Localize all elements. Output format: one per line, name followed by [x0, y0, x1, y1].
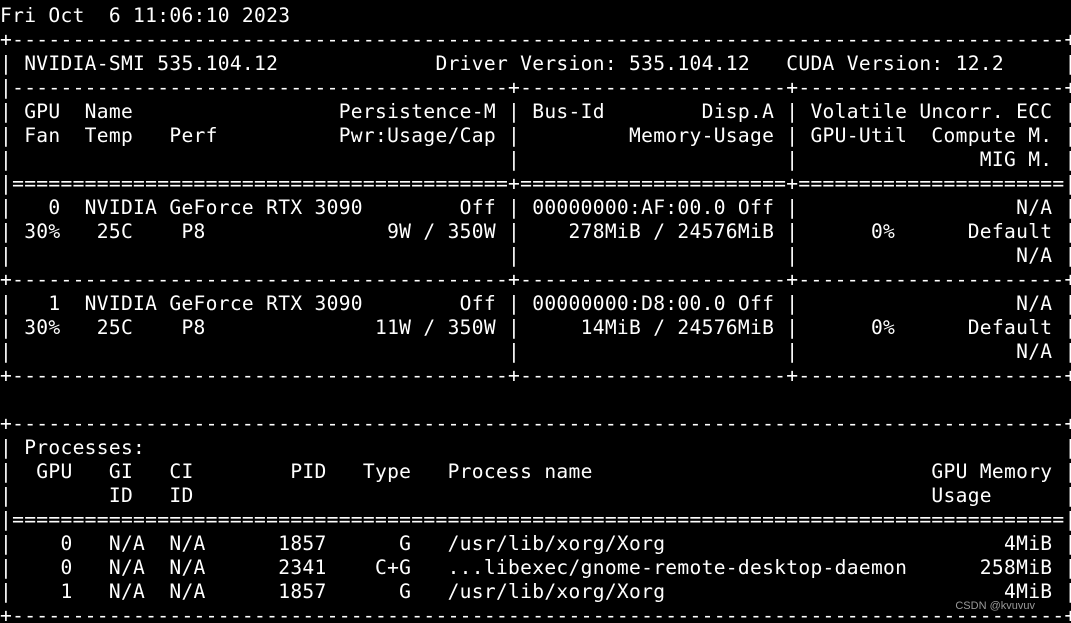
process-row: | 0 N/A N/A 1857 G /usr/lib/xorg/Xorg 4M… [0, 532, 1071, 555]
gpu0-row-2: | 30% 25C P8 9W / 350W | 278MiB / 24576M… [0, 220, 1071, 243]
gpu1-row-2: | 30% 25C P8 11W / 350W | 14MiB / 24576M… [0, 316, 1071, 339]
terminal-window[interactable]: Fri Oct 6 11:06:10 2023 +---------------… [0, 0, 1071, 623]
timestamp-line: Fri Oct 6 11:06:10 2023 [0, 4, 291, 27]
gpu-header-row-3: | | | MIG M. | [0, 148, 1071, 171]
table-separator: |---------------------------------------… [0, 76, 1071, 99]
table-border-top: +---------------------------------------… [0, 28, 1071, 51]
processes-title: | Processes: | [0, 436, 1071, 459]
processes-header-1: | GPU GI CI PID Type Process name GPU Me… [0, 460, 1071, 483]
gpu0-row-3: | | | N/A | [0, 244, 1071, 267]
gpu-header-row-2: | Fan Temp Perf Pwr:Usage/Cap | Memory-U… [0, 124, 1071, 147]
table-border-bottom: +---------------------------------------… [0, 364, 1071, 387]
gpu1-row-1: | 1 NVIDIA GeForce RTX 3090 Off | 000000… [0, 292, 1071, 315]
gpu0-row-1: | 0 NVIDIA GeForce RTX 3090 Off | 000000… [0, 196, 1071, 219]
process-row: | 1 N/A N/A 1857 G /usr/lib/xorg/Xorg 4M… [0, 580, 1071, 603]
watermark: CSDN @kvuvuv [955, 600, 1035, 612]
gpu1-row-3: | | | N/A | [0, 340, 1071, 363]
gpu-header-row-1: | GPU Name Persistence-M | Bus-Id Disp.A… [0, 100, 1071, 123]
processes-header-2: | ID ID Usage | [0, 484, 1071, 507]
version-header: | NVIDIA-SMI 535.104.12 Driver Version: … [0, 52, 1071, 75]
processes-border-top: +---------------------------------------… [0, 412, 1071, 435]
gpu-row-separator: +---------------------------------------… [0, 268, 1071, 291]
processes-divider: |=======================================… [0, 508, 1071, 531]
process-row: | 0 N/A N/A 2341 C+G ...libexec/gnome-re… [0, 556, 1071, 579]
processes-border-bottom: +---------------------------------------… [0, 604, 1071, 623]
header-divider: |=======================================… [0, 172, 1071, 195]
